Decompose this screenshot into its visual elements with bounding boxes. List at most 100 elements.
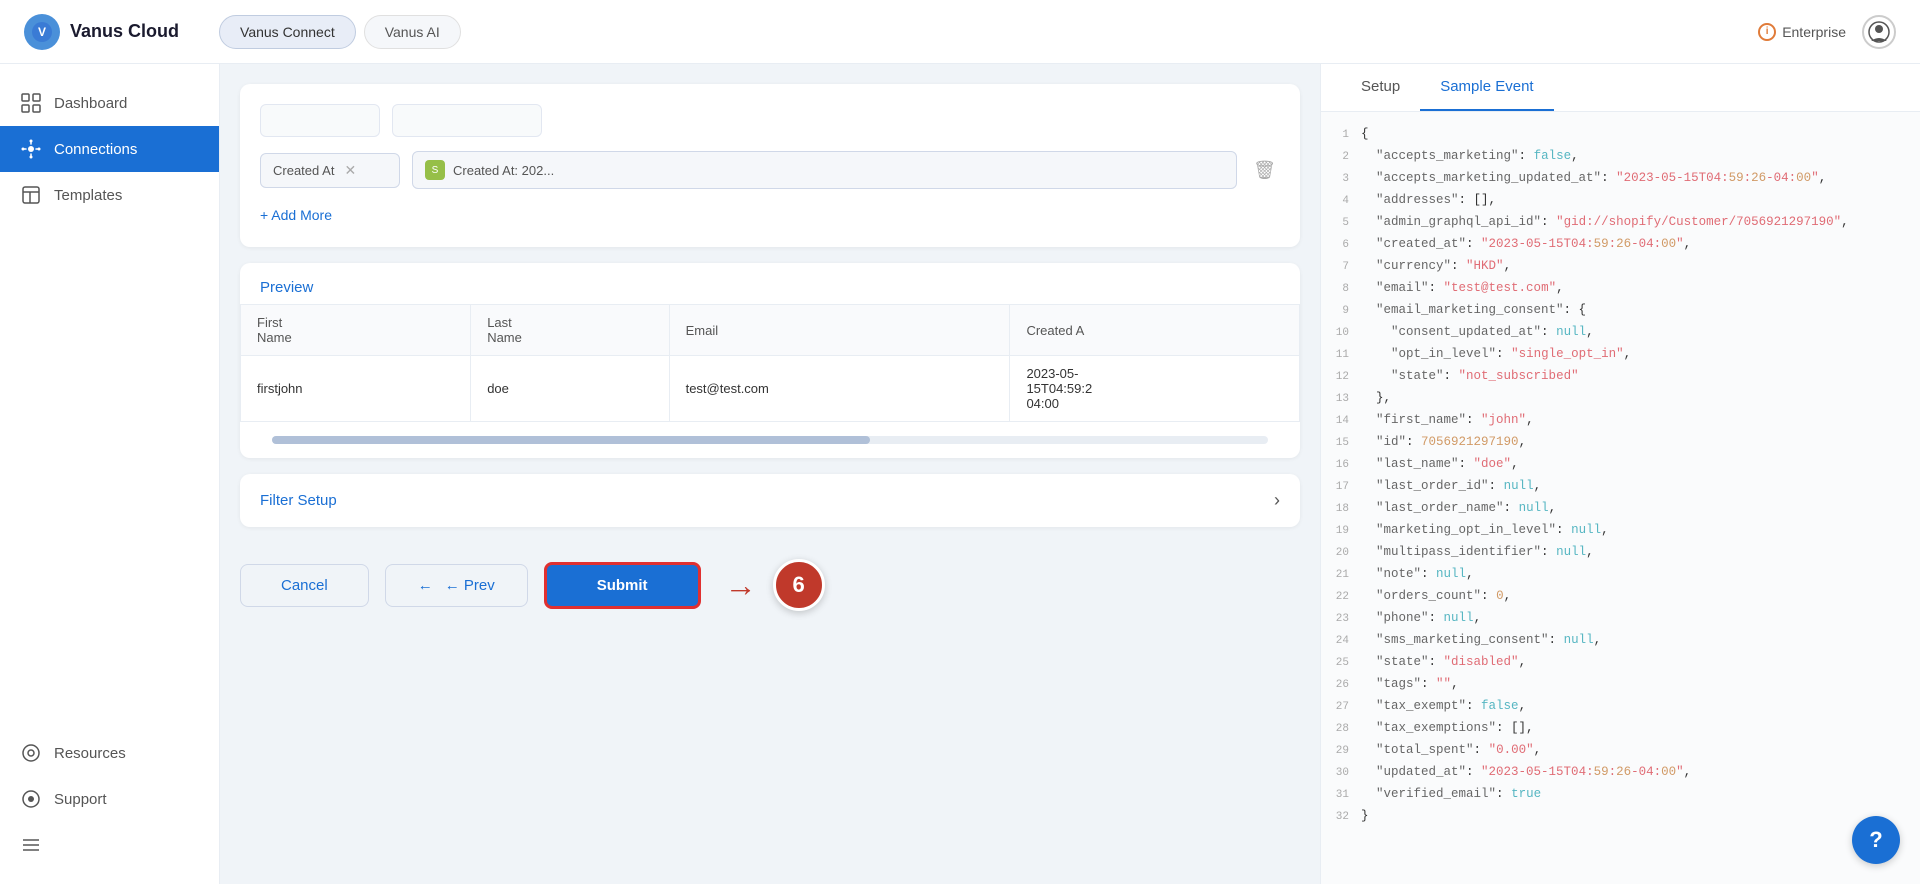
code-line: 25 "state": "disabled", (1321, 652, 1920, 674)
code-line: 20 "multipass_identifier": null, (1321, 542, 1920, 564)
sidebar-item-support[interactable]: Support (0, 776, 219, 822)
code-line: 14 "first_name": "john", (1321, 410, 1920, 432)
resources-icon (20, 742, 42, 764)
cell-created-at: 2023-05-15T04:59:204:00 (1010, 356, 1300, 422)
tab-vanus-ai[interactable]: Vanus AI (364, 15, 461, 49)
filter-setup-row[interactable]: Filter Setup › (240, 474, 1300, 527)
tab-vanus-connect[interactable]: Vanus Connect (219, 15, 356, 49)
nav-right: i Enterprise (1758, 15, 1896, 49)
left-panel: Created At ✕ S Created At: 202... 🗑 + Ad… (220, 64, 1320, 884)
code-line: 16 "last_name": "doe", (1321, 454, 1920, 476)
main-layout: Dashboard Connections Templates Resource… (0, 64, 1920, 884)
code-line: 6 "created_at": "2023-05-15T04:59:26-04:… (1321, 234, 1920, 256)
code-line: 22 "orders_count": 0, (1321, 586, 1920, 608)
preview-label: Preview (240, 263, 1300, 304)
dashboard-icon (20, 92, 42, 114)
code-line: 11 "opt_in_level": "single_opt_in", (1321, 344, 1920, 366)
code-line: 30 "updated_at": "2023-05-15T04:59:26-04… (1321, 762, 1920, 784)
user-avatar[interactable] (1862, 15, 1896, 49)
filter-setup-section: Filter Setup › (240, 474, 1300, 527)
svg-text:V: V (38, 25, 46, 39)
app-logo: V Vanus Cloud (24, 14, 179, 50)
tab-setup[interactable]: Setup (1341, 64, 1420, 111)
code-line: 7 "currency": "HKD", (1321, 256, 1920, 278)
sidebar-bottom: Resources Support (0, 730, 219, 868)
field-value-partial (392, 104, 542, 137)
code-area[interactable]: 1{2 "accepts_marketing": false,3 "accept… (1321, 112, 1920, 884)
code-line: 23 "phone": null, (1321, 608, 1920, 630)
code-line: 1{ (1321, 124, 1920, 146)
code-line: 31 "verified_email": true (1321, 784, 1920, 806)
support-icon (20, 788, 42, 810)
code-line: 24 "sms_marketing_consent": null, (1321, 630, 1920, 652)
nav-tabs: Vanus Connect Vanus AI (219, 15, 461, 49)
menu-icon (20, 834, 42, 856)
preview-table: FirstName LastName Email Created A first… (240, 304, 1300, 422)
code-line: 8 "email": "test@test.com", (1321, 278, 1920, 300)
submit-button[interactable]: Submit (544, 562, 701, 609)
table-scroll-container[interactable]: FirstName LastName Email Created A first… (240, 304, 1300, 422)
preview-section: Preview FirstName LastName Email Created… (240, 263, 1300, 458)
step-arrow-icon: → (725, 567, 757, 604)
code-line: 29 "total_spent": "0.00", (1321, 740, 1920, 762)
enterprise-icon: i (1758, 23, 1776, 41)
field-clear-btn[interactable]: ✕ (344, 162, 356, 179)
sidebar: Dashboard Connections Templates Resource… (0, 64, 220, 884)
sidebar-item-dashboard[interactable]: Dashboard (0, 80, 219, 126)
table-scrollbar[interactable] (272, 436, 1268, 444)
code-line: 28 "tax_exemptions": [], (1321, 718, 1920, 740)
add-more-button[interactable]: + Add More (260, 203, 1280, 227)
code-line: 15 "id": 7056921297190, (1321, 432, 1920, 454)
code-line: 13 }, (1321, 388, 1920, 410)
app-name: Vanus Cloud (70, 21, 179, 42)
help-button[interactable]: ? (1852, 816, 1900, 864)
col-first-name: FirstName (241, 305, 471, 356)
right-panel-tabs: Setup Sample Event (1321, 64, 1920, 112)
shopify-icon: S (425, 160, 445, 180)
buttons-row: Cancel ← ← Prev Submit → 6 (240, 543, 1300, 627)
code-line: 19 "marketing_opt_in_level": null, (1321, 520, 1920, 542)
table-header-row: FirstName LastName Email Created A (241, 305, 1300, 356)
code-line: 27 "tax_exempt": false, (1321, 696, 1920, 718)
enterprise-label: i Enterprise (1758, 23, 1846, 41)
field-value-created-at[interactable]: S Created At: 202... (412, 151, 1237, 189)
sidebar-item-connections[interactable]: Connections (0, 126, 219, 172)
table-scrollbar-container (240, 422, 1300, 458)
code-line: 12 "state": "not_subscribed" (1321, 366, 1920, 388)
connections-icon (20, 138, 42, 160)
top-navigation: V Vanus Cloud Vanus Connect Vanus AI i E… (0, 0, 1920, 64)
field-tag-created-at[interactable]: Created At ✕ (260, 153, 400, 188)
step-indicator: 6 (773, 559, 825, 611)
cancel-button[interactable]: Cancel (240, 564, 369, 607)
tab-sample-event[interactable]: Sample Event (1420, 64, 1553, 111)
sidebar-item-menu[interactable] (0, 822, 219, 868)
cell-first-name: firstjohn (241, 356, 471, 422)
field-row-partial (260, 104, 1280, 137)
field-row-created-at: Created At ✕ S Created At: 202... 🗑 (260, 151, 1280, 189)
cell-email: test@test.com (669, 356, 1010, 422)
prev-arrow-icon: ← (418, 577, 433, 594)
cell-last-name: doe (471, 356, 669, 422)
code-line: 4 "addresses": [], (1321, 190, 1920, 212)
content-area: Created At ✕ S Created At: 202... 🗑 + Ad… (220, 64, 1920, 884)
templates-icon (20, 184, 42, 206)
code-line: 18 "last_order_name": null, (1321, 498, 1920, 520)
code-line: 17 "last_order_id": null, (1321, 476, 1920, 498)
filter-setup-chevron: › (1274, 490, 1280, 511)
table-scrollbar-thumb (272, 436, 870, 444)
delete-row-btn[interactable]: 🗑 (1249, 156, 1280, 185)
prev-button[interactable]: ← ← Prev (385, 564, 528, 607)
sidebar-item-templates[interactable]: Templates (0, 172, 219, 218)
code-line: 3 "accepts_marketing_updated_at": "2023-… (1321, 168, 1920, 190)
col-email: Email (669, 305, 1010, 356)
code-line: 5 "admin_graphql_api_id": "gid://shopify… (1321, 212, 1920, 234)
code-line: 10 "consent_updated_at": null, (1321, 322, 1920, 344)
code-line: 9 "email_marketing_consent": { (1321, 300, 1920, 322)
code-line: 21 "note": null, (1321, 564, 1920, 586)
logo-icon: V (24, 14, 60, 50)
col-created-at: Created A (1010, 305, 1300, 356)
table-row: firstjohn doe test@test.com 2023-05-15T0… (241, 356, 1300, 422)
form-card: Created At ✕ S Created At: 202... 🗑 + Ad… (240, 84, 1300, 247)
sidebar-item-resources[interactable]: Resources (0, 730, 219, 776)
right-panel: Setup Sample Event 1{2 "accepts_marketin… (1320, 64, 1920, 884)
